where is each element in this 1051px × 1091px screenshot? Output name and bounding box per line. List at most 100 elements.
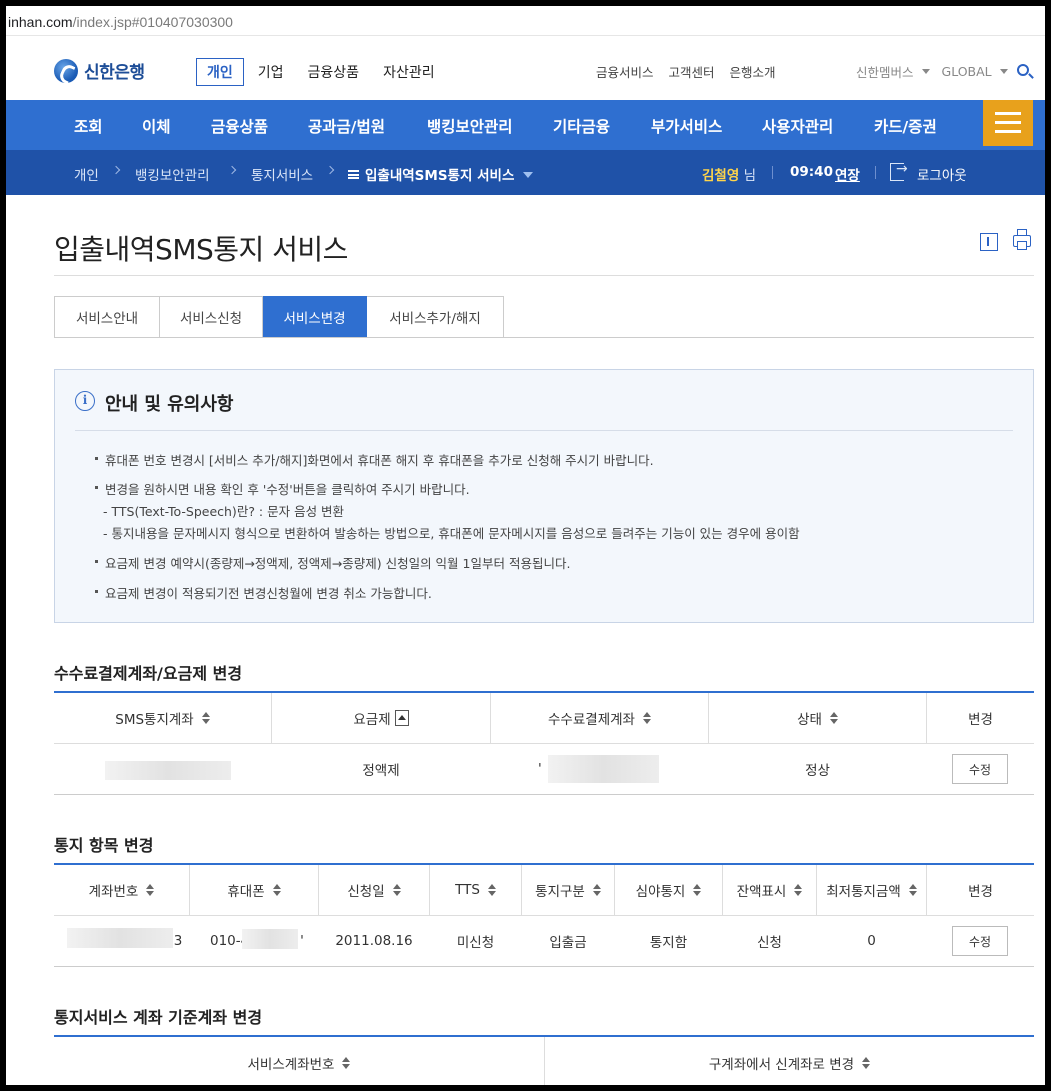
logout-link[interactable]: 로그아웃 bbox=[917, 164, 967, 184]
util-financial-services[interactable]: 금융서비스 bbox=[596, 62, 654, 81]
col-service-account[interactable]: 서비스계좌번호 bbox=[54, 1037, 544, 1085]
col-old-to-new[interactable]: 구계좌에서 신계좌로 변경 bbox=[545, 1037, 1034, 1085]
sort-ascending-icon bbox=[394, 710, 409, 726]
col-balance-display[interactable]: 잔액표시 bbox=[723, 865, 816, 915]
col-label: 최저통지금액 bbox=[826, 884, 901, 900]
segment-assets[interactable]: 자산관리 bbox=[383, 62, 435, 82]
segment-corporate[interactable]: 기업 bbox=[258, 62, 284, 82]
divider bbox=[772, 166, 773, 179]
breadcrumb-security[interactable]: 뱅킹보안관리 bbox=[135, 164, 210, 184]
edit-button[interactable]: 수정 bbox=[952, 754, 1008, 784]
col-status[interactable]: 상태 bbox=[709, 693, 926, 743]
tab-service-add-cancel[interactable]: 서비스추가/해지 bbox=[367, 296, 504, 338]
col-label: TTS bbox=[455, 882, 480, 898]
col-label: 통지구분 bbox=[535, 884, 585, 900]
col-apply-date[interactable]: 신청일 bbox=[319, 865, 429, 915]
notice-item: 요금제 변경 예약시(종량제→정액제, 정액제→종량제) 신청일의 익월 1일부… bbox=[94, 553, 570, 572]
nav-utilities[interactable]: 공과금/법원 bbox=[308, 115, 385, 137]
url-host: inhan.com bbox=[8, 14, 73, 30]
notice-subitem: - 통지내용을 문자메시지 형식으로 변환하여 발송하는 방법으로, 휴대폰에 … bbox=[103, 526, 800, 541]
utility-links: 금융서비스 고객센터 은행소개 bbox=[596, 62, 791, 81]
nav-other-finance[interactable]: 기타금융 bbox=[553, 115, 610, 137]
col-min-amount[interactable]: 최저통지금액 bbox=[817, 865, 926, 915]
tab-service-info[interactable]: 서비스안내 bbox=[54, 296, 160, 338]
main-nav: 조회 이체 금융상품 공과금/법원 뱅킹보안관리 기타금융 부가서비스 사용자관… bbox=[6, 100, 1045, 150]
user-name: 김철영 bbox=[702, 168, 740, 184]
search-icon[interactable] bbox=[1017, 64, 1029, 76]
sort-icon bbox=[272, 884, 281, 896]
cell-account-suffix: 3 bbox=[173, 933, 183, 949]
notice-item: 변경을 원하시면 내용 확인 후 '수정'버튼을 클릭하여 주시기 바랍니다. bbox=[95, 479, 470, 498]
breadcrumb-current-label: 입출내역SMS통지 서비스 bbox=[365, 168, 515, 184]
tabs-divider bbox=[54, 337, 1034, 338]
extend-session-link[interactable]: 연장 bbox=[835, 164, 860, 184]
nav-transfer[interactable]: 이체 bbox=[142, 115, 171, 137]
sort-icon bbox=[592, 884, 601, 896]
breadcrumb-bar: 개인 뱅킹보안관리 통지서비스 입출내역SMS통지 서비스 김철영 님 09:4… bbox=[6, 150, 1045, 195]
nav-extra-services[interactable]: 부가서비스 bbox=[651, 115, 722, 137]
hamburger-icon bbox=[995, 112, 1021, 115]
segment-products[interactable]: 금융상품 bbox=[308, 62, 360, 82]
col-phone[interactable]: 휴대폰 bbox=[190, 865, 318, 915]
nav-inquiry[interactable]: 조회 bbox=[74, 115, 103, 137]
cell-night-notify: 통지함 bbox=[649, 935, 688, 951]
member-link[interactable]: 신한멤버스 bbox=[856, 62, 914, 81]
hamburger-icon-bar bbox=[995, 130, 1021, 133]
logout-icon[interactable] bbox=[890, 161, 908, 181]
address-bar[interactable]: inhan.com/index.jsp#010407030300 bbox=[6, 6, 1045, 36]
section-notify-items-title: 통지 항목 변경 bbox=[54, 836, 154, 855]
export-icon[interactable] bbox=[980, 233, 998, 251]
section-base-account-title: 통지서비스 계좌 기준계좌 변경 bbox=[54, 1008, 263, 1027]
table-row: 3 010-4 ' 2011.08.16 미신청 입출금 통지함 신청 0 수정 bbox=[54, 916, 1034, 967]
chevron-right-icon bbox=[227, 165, 237, 175]
tab-service-change[interactable]: 서비스변경 bbox=[263, 296, 367, 338]
notify-items-table-header: 계좌번호 휴대폰 신청일 TTS 통지구분 심야통지 잔액표시 최저통지금액 변… bbox=[54, 865, 1034, 916]
col-sms-account[interactable]: SMS통지계좌 bbox=[54, 693, 271, 743]
sort-icon bbox=[201, 712, 210, 724]
col-notify-type[interactable]: 통지구분 bbox=[522, 865, 614, 915]
col-change: 변경 bbox=[968, 884, 993, 900]
segment-personal[interactable]: 개인 bbox=[196, 58, 244, 86]
cell-notify-type: 입출금 bbox=[549, 935, 587, 951]
hamburger-menu-button[interactable] bbox=[983, 100, 1033, 146]
nav-card-securities[interactable]: 카드/증권 bbox=[874, 115, 937, 137]
col-label: 상태 bbox=[797, 712, 822, 728]
col-account-number[interactable]: 계좌번호 bbox=[54, 865, 189, 915]
col-label: 휴대폰 bbox=[227, 884, 265, 900]
browser-frame: inhan.com/index.jsp#010407030300 신한은행 개인… bbox=[6, 6, 1045, 1085]
cell-tts: 미신청 bbox=[456, 935, 495, 951]
nav-security[interactable]: 뱅킹보안관리 bbox=[427, 115, 513, 137]
base-account-table-header: 서비스계좌번호 구계좌에서 신계좌로 변경 bbox=[54, 1037, 1034, 1085]
col-plan[interactable]: 요금제 bbox=[272, 693, 490, 743]
notice-item: 휴대폰 번호 변경시 [서비스 추가/해지]화면에서 휴대폰 해지 후 휴대폰을… bbox=[95, 450, 654, 469]
tab-service-apply[interactable]: 서비스신청 bbox=[160, 296, 263, 338]
global-link[interactable]: GLOBAL bbox=[942, 64, 992, 79]
nav-products[interactable]: 금융상품 bbox=[211, 115, 268, 137]
col-fee-account[interactable]: 수수료결제계좌 bbox=[491, 693, 708, 743]
chevron-down-icon bbox=[523, 172, 534, 178]
col-label: 구계좌에서 신계좌로 변경 bbox=[708, 1056, 855, 1073]
col-label: 신청일 bbox=[347, 884, 385, 900]
chevron-right-icon bbox=[325, 165, 335, 175]
util-customer-center[interactable]: 고객센터 bbox=[669, 62, 715, 81]
masked-fee-account bbox=[548, 755, 659, 783]
masked-phone bbox=[242, 929, 298, 949]
tab-bar: 서비스안내 서비스신청 서비스변경 서비스추가/해지 bbox=[54, 296, 504, 338]
edit-button[interactable]: 수정 bbox=[952, 926, 1008, 956]
cell-plan: 정액제 bbox=[362, 763, 400, 779]
util-about-bank[interactable]: 은행소개 bbox=[730, 62, 776, 81]
col-label: 서비스계좌번호 bbox=[247, 1056, 335, 1073]
col-label: 수수료결제계좌 bbox=[548, 712, 635, 728]
masked-account bbox=[105, 761, 231, 780]
col-night-notify[interactable]: 심야통지 bbox=[615, 865, 722, 915]
print-icon[interactable] bbox=[1013, 229, 1031, 250]
breadcrumb-personal[interactable]: 개인 bbox=[74, 164, 99, 184]
hamburger-icon-bar bbox=[995, 121, 1021, 124]
breadcrumb-current[interactable]: 입출내역SMS통지 서비스 bbox=[348, 164, 534, 184]
sort-icon bbox=[342, 1056, 351, 1069]
cell-balance-display: 신청 bbox=[757, 935, 782, 951]
nav-user-management[interactable]: 사용자관리 bbox=[762, 115, 833, 137]
bank-logo[interactable]: 신한은행 bbox=[54, 58, 145, 83]
col-tts[interactable]: TTS bbox=[430, 865, 521, 915]
breadcrumb-notification[interactable]: 통지서비스 bbox=[251, 164, 313, 184]
